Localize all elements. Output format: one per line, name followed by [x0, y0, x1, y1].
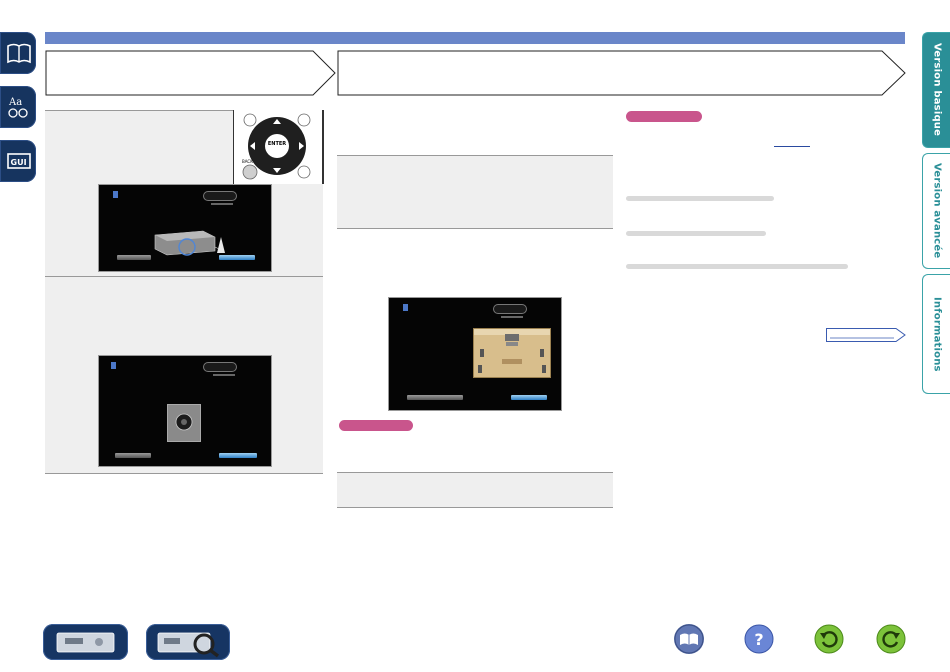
- book-icon: [674, 624, 704, 654]
- room-layout-illustration: [473, 328, 551, 378]
- manual-nav-button[interactable]: [0, 32, 36, 74]
- page-link-underline[interactable]: [774, 146, 810, 147]
- screen-badge: [493, 304, 527, 314]
- back-nav-button[interactable]: [814, 624, 844, 654]
- placeholder-line: [626, 231, 766, 236]
- svg-text:GUI: GUI: [11, 158, 27, 167]
- receiver-front-icon: [56, 632, 115, 653]
- continue-arrow[interactable]: [826, 328, 906, 342]
- gui-screen-3: [388, 297, 562, 411]
- book-icon: [7, 43, 31, 64]
- glossary-nav-button[interactable]: Aa: [0, 86, 36, 128]
- glossary-icon: Aa: [8, 97, 28, 118]
- screen-next-button: [511, 395, 547, 400]
- back-icon: [814, 624, 844, 654]
- screen-logo-icon: [111, 362, 116, 369]
- forward-icon: [876, 624, 906, 654]
- section-banner-left: [45, 50, 336, 96]
- remote-control-illustration: ENTER BACK: [233, 110, 324, 184]
- screen-badge: [203, 362, 237, 372]
- manual-button[interactable]: [674, 624, 704, 654]
- tab-version-avancee[interactable]: Version avancée: [922, 153, 950, 269]
- help-button[interactable]: ?: [744, 624, 774, 654]
- screen-logo-icon: [403, 304, 408, 311]
- enter-button[interactable]: ENTER: [266, 141, 288, 147]
- divider: [337, 228, 613, 229]
- microphone-illustration: [167, 404, 201, 442]
- svg-text:?: ?: [754, 630, 763, 649]
- receiver-search-button[interactable]: [146, 624, 230, 660]
- section-banner-main: [337, 50, 906, 96]
- screen-cancel-button: [117, 255, 151, 261]
- screen-badge: [203, 191, 237, 201]
- help-icon: ?: [744, 624, 774, 654]
- screen-logo-icon: [113, 191, 118, 198]
- step-3-panel: [337, 156, 613, 228]
- svg-text:Aa: Aa: [8, 97, 22, 108]
- screen-next-button: [219, 453, 257, 458]
- note-pill: [339, 420, 413, 431]
- screen-cancel-button: [407, 395, 463, 400]
- gui-screen-1: [98, 184, 272, 272]
- screen-cancel-button: [115, 453, 151, 458]
- note-pill: [626, 111, 702, 122]
- divider: [337, 507, 613, 508]
- receiver-search-icon: [157, 632, 220, 658]
- gui-nav-button[interactable]: GUI: [0, 140, 36, 182]
- screen-next-button: [219, 255, 255, 261]
- step-4-panel: [337, 473, 613, 507]
- placeholder-line: [626, 196, 774, 201]
- gui-screen-2: [98, 355, 272, 467]
- forward-nav-button[interactable]: [876, 624, 906, 654]
- back-button-label[interactable]: BACK: [242, 159, 253, 164]
- tab-version-basique[interactable]: Version basique: [922, 32, 950, 148]
- placeholder-line: [626, 264, 848, 269]
- gui-icon: GUI: [7, 153, 31, 169]
- tab-informations[interactable]: Informations: [922, 274, 950, 394]
- header-bar: [45, 32, 905, 44]
- divider: [45, 473, 323, 474]
- receiver-front-button[interactable]: [43, 624, 128, 660]
